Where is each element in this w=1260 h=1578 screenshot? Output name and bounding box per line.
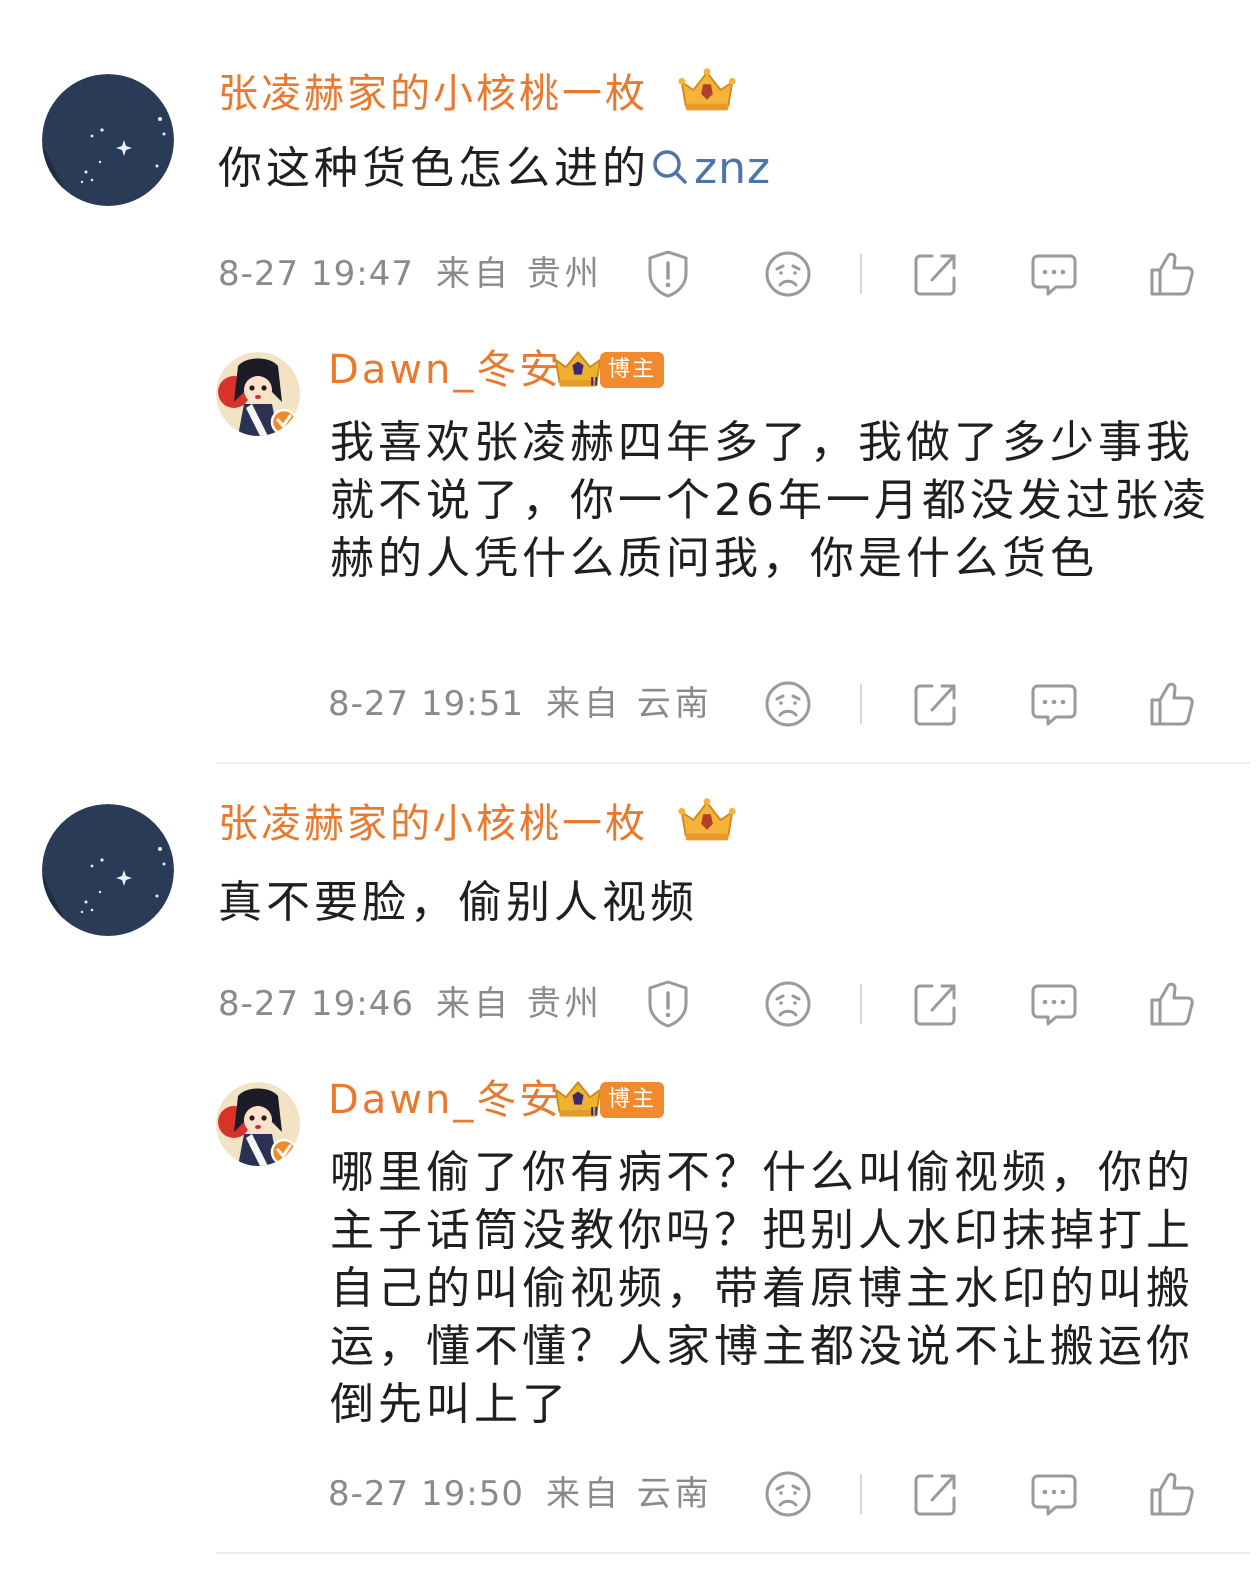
action-bar xyxy=(0,1468,1260,1518)
comment-text: 哪里偷了你有病不？什么叫偷视频，你的主子话筒没教你吗？把别人水印抹掉打上自己的叫… xyxy=(330,1147,1194,1430)
comment-text: 你这种货色怎么进的 znz xyxy=(218,140,1198,198)
blogger-badge: 博主 xyxy=(600,352,664,388)
action-bar xyxy=(0,248,1260,298)
username[interactable]: 张凌赫家的小核桃一枚 xyxy=(218,800,648,848)
divider xyxy=(860,254,862,294)
search-link-label: znz xyxy=(694,143,772,194)
like-icon[interactable] xyxy=(1146,678,1198,730)
reply-icon[interactable] xyxy=(1028,678,1080,730)
comment-text: 我喜欢张凌赫四年多了，我做了多少事我就不说了，你一个26年一月都没发过张凌赫的人… xyxy=(330,417,1210,584)
crown-icon xyxy=(676,66,738,114)
reply-icon[interactable] xyxy=(1028,1468,1080,1520)
action-bar xyxy=(0,978,1260,1028)
report-icon[interactable] xyxy=(642,248,694,300)
share-icon[interactable] xyxy=(910,678,962,730)
action-bar xyxy=(0,678,1260,728)
share-icon[interactable] xyxy=(910,248,962,300)
crown-icon xyxy=(552,1078,604,1120)
share-icon[interactable] xyxy=(910,978,962,1030)
crown-icon xyxy=(552,348,604,390)
blogger-badge: 博主 xyxy=(600,1082,664,1118)
reply-icon[interactable] xyxy=(1028,248,1080,300)
separator xyxy=(216,1552,1250,1554)
search-link[interactable]: znz xyxy=(650,143,771,194)
separator xyxy=(216,762,1250,764)
report-icon[interactable] xyxy=(642,978,694,1030)
divider xyxy=(860,1474,862,1514)
avatar[interactable] xyxy=(42,74,174,206)
like-icon[interactable] xyxy=(1146,248,1198,300)
reply-icon[interactable] xyxy=(1028,978,1080,1030)
dislike-icon[interactable] xyxy=(762,1468,814,1520)
comment-body: 你这种货色怎么进的 xyxy=(218,143,650,194)
avatar[interactable] xyxy=(216,1082,300,1166)
like-icon[interactable] xyxy=(1146,1468,1198,1520)
dislike-icon[interactable] xyxy=(762,678,814,730)
magnifier-icon xyxy=(650,147,690,187)
username[interactable]: Dawn_冬安 xyxy=(328,346,562,394)
username[interactable]: 张凌赫家的小核桃一枚 xyxy=(218,70,648,118)
dislike-icon[interactable] xyxy=(762,248,814,300)
avatar[interactable] xyxy=(42,804,174,936)
username[interactable]: Dawn_冬安 xyxy=(328,1076,562,1124)
avatar[interactable] xyxy=(216,352,300,436)
comment-text: 真不要脸，偷别人视频 xyxy=(218,877,698,928)
divider xyxy=(860,684,862,724)
dislike-icon[interactable] xyxy=(762,978,814,1030)
share-icon[interactable] xyxy=(910,1468,962,1520)
crown-icon xyxy=(676,796,738,844)
divider xyxy=(860,984,862,1024)
like-icon[interactable] xyxy=(1146,978,1198,1030)
